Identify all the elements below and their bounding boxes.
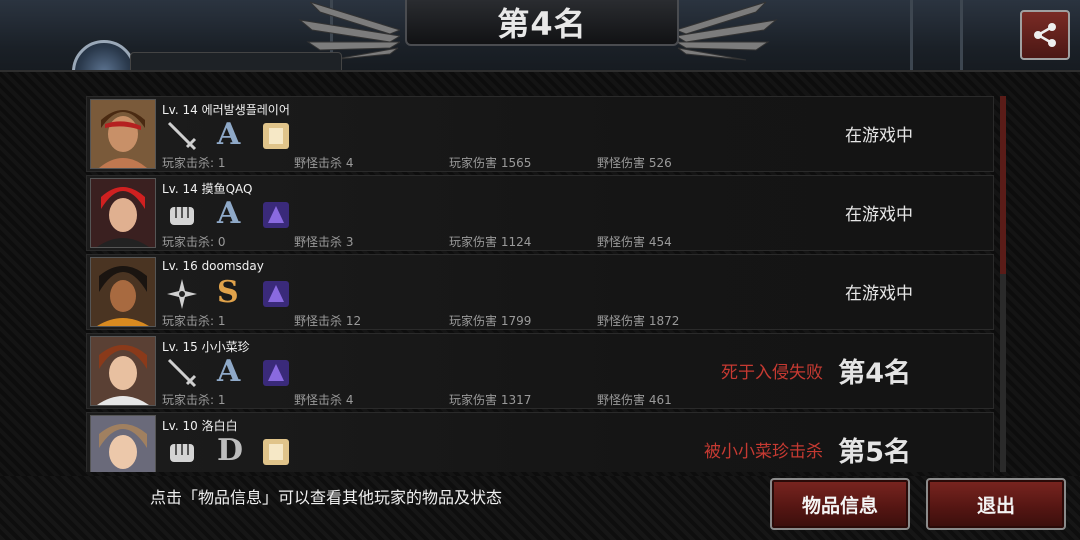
scrollbar-thumb[interactable]	[1000, 96, 1006, 274]
status-text: 在游戏中	[845, 205, 913, 225]
final-rank: 第5名	[838, 437, 911, 468]
scroll-item-icon	[259, 435, 293, 469]
player-level-name: Lv. 10 洛白白	[162, 419, 238, 433]
player-row[interactable]: Lv. 14 摸鱼QAQ A 玩家击杀: 0 野怪击杀 3 玩家伤害 1124 …	[86, 175, 994, 251]
monster-damage: 野怪伤害 454	[597, 235, 672, 249]
player-damage: 玩家伤害 1317	[449, 393, 532, 407]
status-text: 在游戏中	[845, 284, 913, 304]
fist-icon	[165, 198, 199, 232]
grade-label: A	[217, 354, 241, 389]
player-level-name: Lv. 15 小小菜珍	[162, 340, 250, 354]
rank-title-plate: 第4名	[405, 0, 679, 46]
monster-kills: 野怪击杀 4	[294, 156, 354, 170]
player-level-name: Lv. 14 에러발생플레이어	[162, 103, 290, 117]
rank-title: 第4名	[497, 5, 587, 43]
grade-label: S	[217, 275, 239, 310]
scroll-item-icon	[259, 119, 293, 153]
share-button[interactable]	[1020, 10, 1070, 60]
player-row[interactable]: Lv. 16 doomsday S 玩家击杀: 1 野怪击杀 12 玩家伤害 1…	[86, 254, 994, 330]
player-row[interactable]: Lv. 10 洛白白 D 被小小菜珍击杀 第5名	[86, 412, 994, 472]
share-icon	[1034, 23, 1056, 47]
monster-damage: 野怪伤害 1872	[597, 314, 680, 328]
player-kills: 玩家击杀: 0	[162, 235, 226, 249]
grade-label: D	[217, 433, 244, 468]
purple-item-icon	[259, 198, 293, 232]
player-row[interactable]: Lv. 15 小小菜珍 A 玩家击杀: 1 野怪击杀 4 玩家伤害 1317 野…	[86, 333, 994, 409]
avatar	[90, 336, 156, 406]
monster-damage: 野怪伤害 526	[597, 156, 672, 170]
scrollbar[interactable]	[1000, 96, 1006, 472]
grade-label: A	[217, 196, 241, 231]
purple-item-icon	[259, 277, 293, 311]
death-reason: 被小小菜珍击杀	[704, 442, 823, 462]
status-text: 在游戏中	[845, 126, 913, 146]
monster-kills: 野怪击杀 3	[294, 235, 354, 249]
exit-button[interactable]: 退出	[926, 478, 1066, 530]
death-reason: 死于入侵失败	[721, 363, 823, 383]
item-info-button[interactable]: 物品信息	[770, 478, 910, 530]
player-kills: 玩家击杀: 1	[162, 393, 226, 407]
player-damage: 玩家伤害 1565	[449, 156, 532, 170]
avatar	[90, 99, 156, 169]
player-damage: 玩家伤害 1124	[449, 235, 532, 249]
grade-label: A	[217, 117, 241, 152]
avatar	[90, 415, 156, 472]
player-level-name: Lv. 14 摸鱼QAQ	[162, 182, 253, 196]
player-row[interactable]: Lv. 14 에러발생플레이어 A 玩家击杀: 1 野怪击杀 4 玩家伤害 15…	[86, 96, 994, 172]
fist-icon	[165, 435, 199, 469]
purple-item-icon	[259, 356, 293, 390]
player-kills: 玩家击杀: 1	[162, 156, 226, 170]
sword-icon	[165, 356, 199, 390]
player-kills: 玩家击杀: 1	[162, 314, 226, 328]
shuriken-icon	[165, 277, 199, 311]
right-wing-ornament	[676, 1, 778, 61]
hint-text: 点击「物品信息」可以查看其他玩家的物品及状态	[150, 488, 503, 507]
monster-damage: 野怪伤害 461	[597, 393, 672, 407]
avatar	[90, 178, 156, 248]
avatar	[90, 257, 156, 327]
player-damage: 玩家伤害 1799	[449, 314, 532, 328]
monster-kills: 野怪击杀 12	[294, 314, 362, 328]
player-level-name: Lv. 16 doomsday	[162, 259, 264, 273]
monster-kills: 野怪击杀 4	[294, 393, 354, 407]
final-rank: 第4名	[838, 358, 911, 389]
player-list[interactable]: Lv. 14 에러발생플레이어 A 玩家击杀: 1 野怪击杀 4 玩家伤害 15…	[86, 96, 994, 472]
sword-icon	[165, 119, 199, 153]
